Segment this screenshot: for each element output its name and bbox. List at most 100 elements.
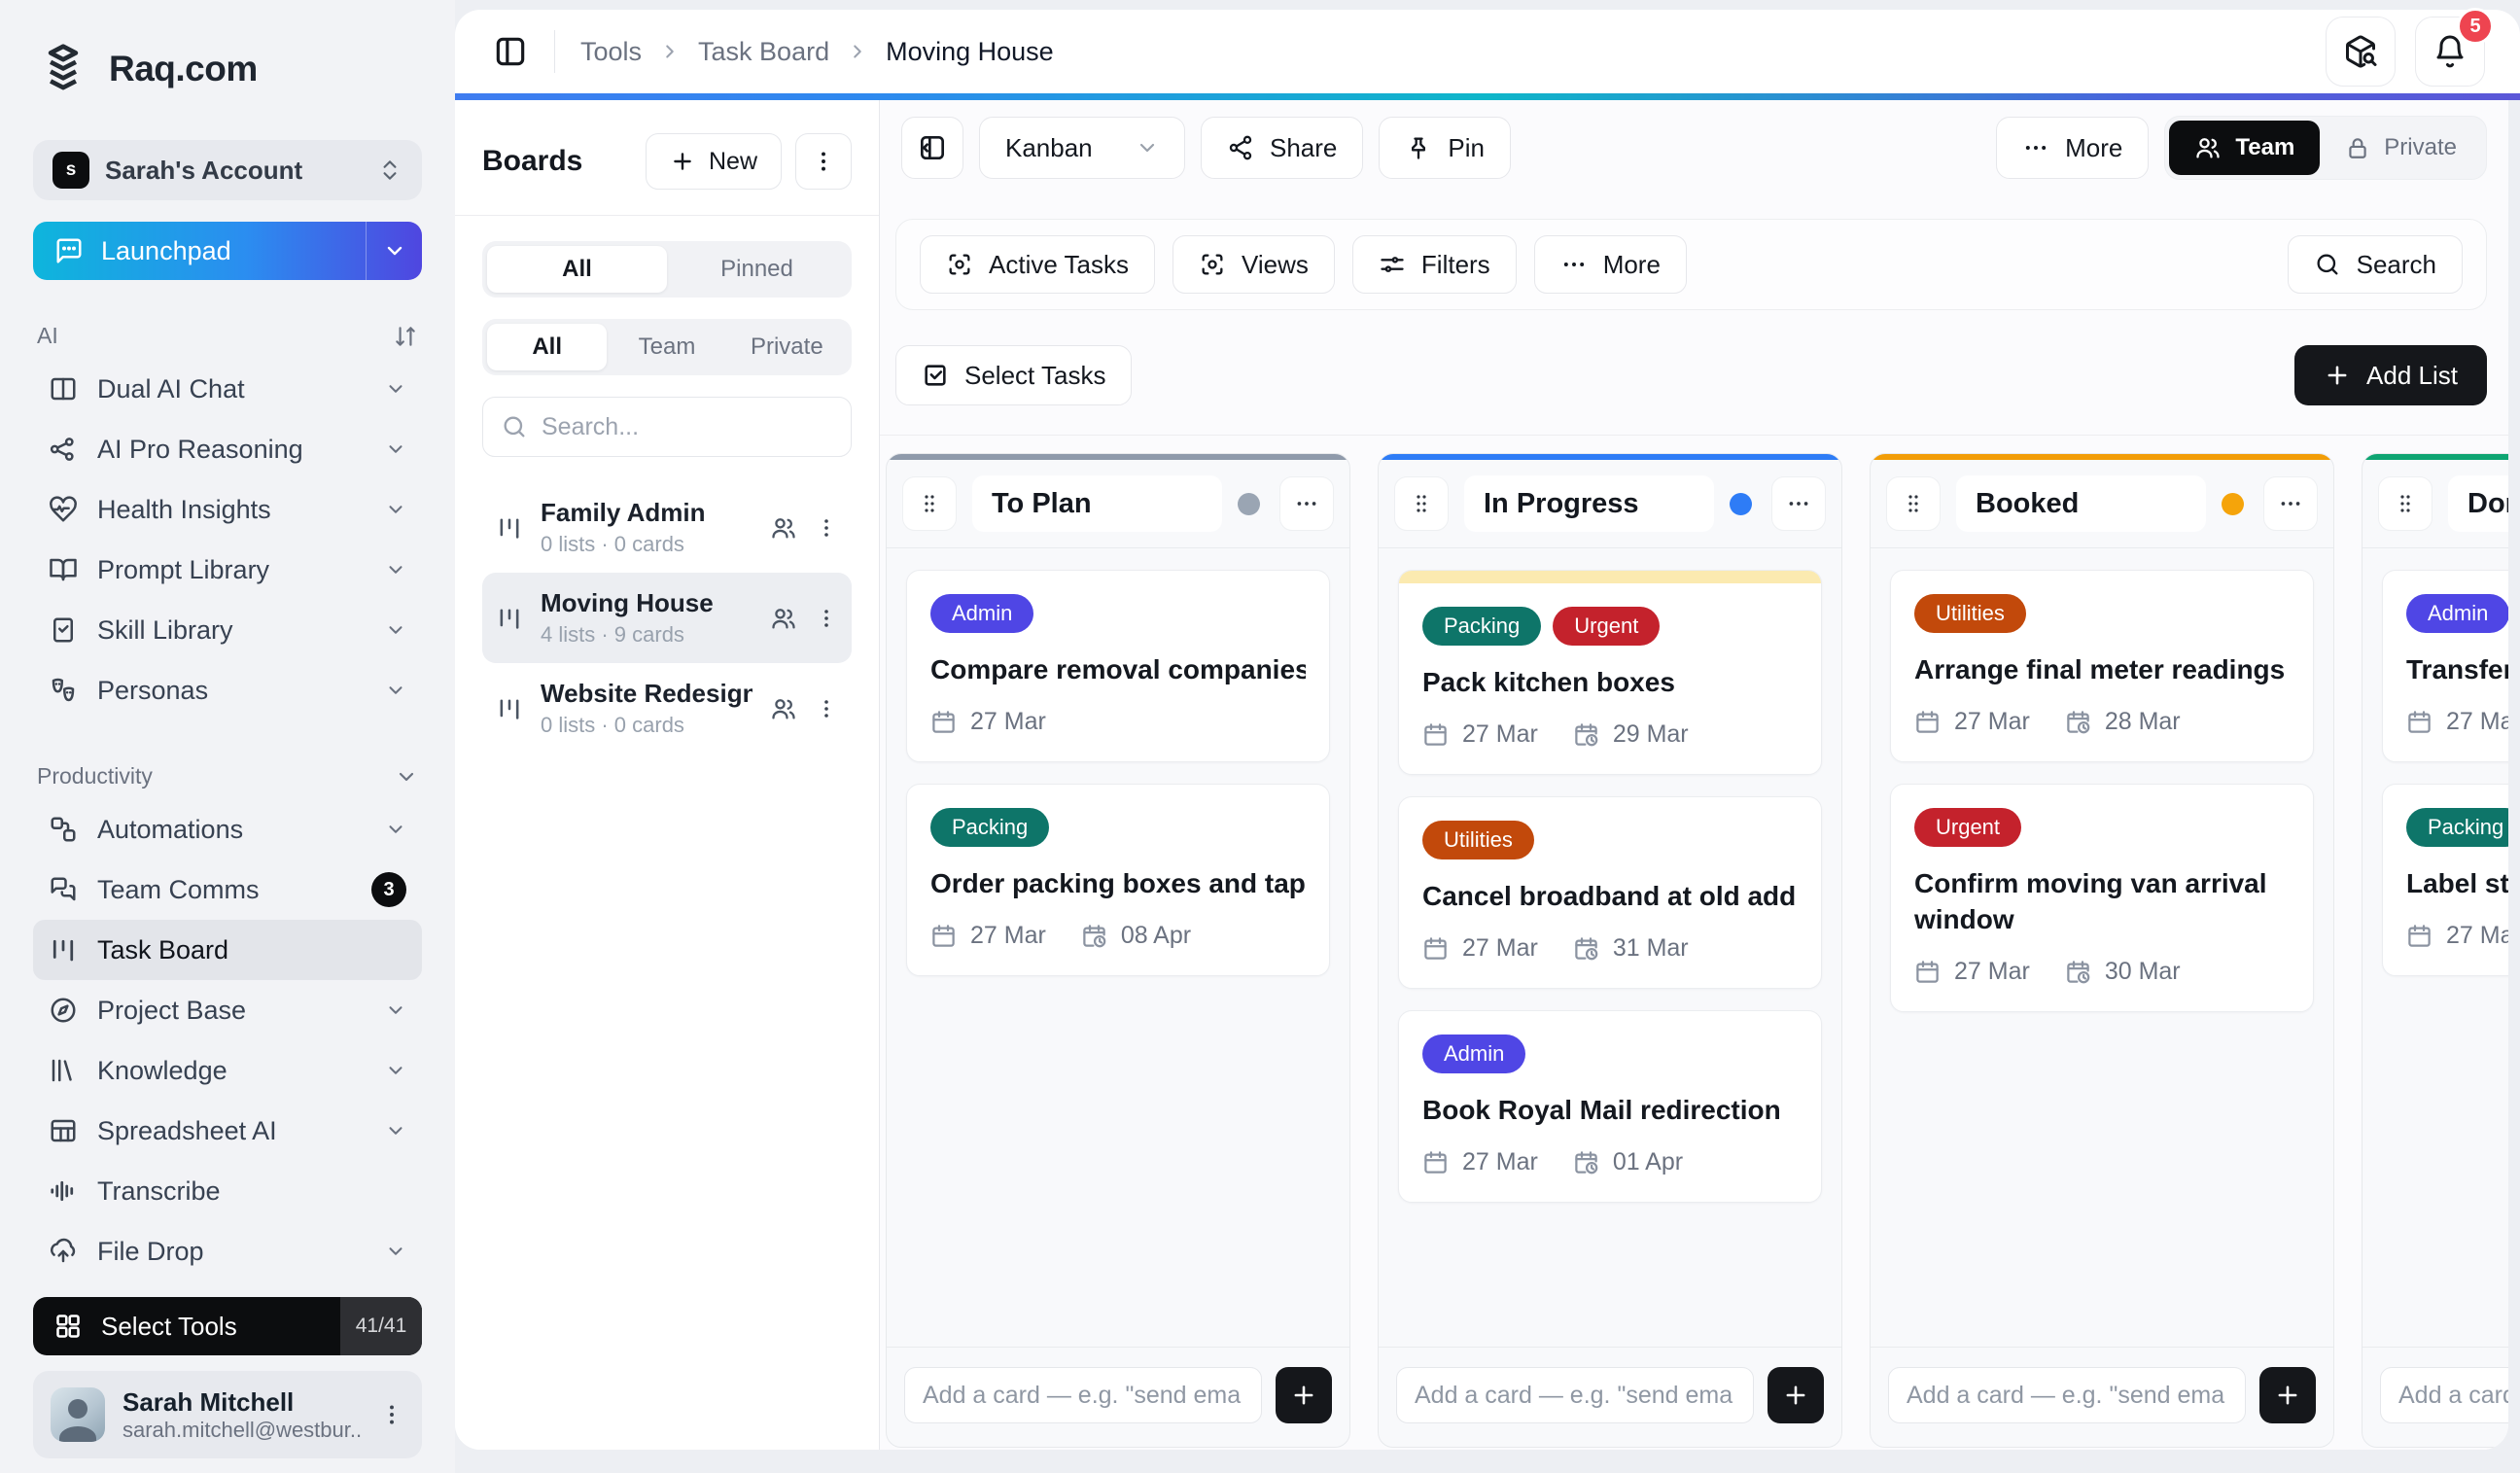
panel-left-toggle-button[interactable]	[492, 33, 529, 70]
tag-badge: Urgent	[1553, 607, 1660, 646]
filters-button[interactable]: Filters	[1352, 235, 1517, 294]
task-card[interactable]: Admin Compare removal companies 27 Mar	[906, 570, 1330, 762]
scan-icon	[1199, 251, 1226, 278]
board-row-moving-house[interactable]: Moving House 4 lists · 9 cards	[482, 573, 852, 663]
drag-handle[interactable]	[1394, 476, 1449, 531]
package-search-button[interactable]	[2326, 17, 2396, 87]
add-card-input[interactable]	[1396, 1367, 1754, 1423]
task-card[interactable]: Packing Order packing boxes and tape 27 …	[906, 784, 1330, 976]
page: Raq.com s Sarah's Account Launchpad AI	[0, 0, 2520, 1473]
add-card-input[interactable]	[904, 1367, 1262, 1423]
sidebar-item-team-comms[interactable]: Team Comms 3	[33, 859, 422, 920]
pin-button[interactable]: Pin	[1379, 117, 1511, 179]
board-search-button[interactable]: Search	[2288, 235, 2463, 294]
sidebar-item-dual-ai-chat[interactable]: Dual AI Chat	[33, 359, 422, 419]
sidebar-item-transcribe[interactable]: Transcribe	[33, 1161, 422, 1221]
view-mode-select[interactable]: Kanban	[979, 117, 1185, 179]
board-menu-button[interactable]	[815, 516, 838, 540]
sidebar-item-label: Health Insights	[97, 495, 366, 525]
start-date: 27 Mar	[970, 922, 1046, 950]
column-title[interactable]: Booked	[1956, 475, 2206, 532]
breadcrumb-task-board[interactable]: Task Board	[698, 37, 829, 67]
logo: Raq.com	[33, 37, 422, 101]
visibility-team-option[interactable]: Team	[2169, 121, 2320, 175]
column-title[interactable]: Done	[2448, 475, 2508, 532]
productivity-section-header[interactable]: Productivity	[37, 763, 418, 789]
unread-count-badge: 3	[371, 872, 406, 907]
column-menu-button[interactable]	[1771, 476, 1826, 531]
boards-search-input[interactable]	[542, 413, 833, 441]
tab-scope-team[interactable]: Team	[607, 324, 726, 370]
filters-more-button[interactable]: More	[1534, 235, 1687, 294]
sidebar-item-prompt-library[interactable]: Prompt Library	[33, 540, 422, 600]
tab-pinned[interactable]: Pinned	[667, 246, 847, 293]
column-status-dot	[1730, 493, 1752, 515]
column-menu-button[interactable]	[1279, 476, 1334, 531]
sidebar-item-ai-pro-reasoning[interactable]: AI Pro Reasoning	[33, 419, 422, 479]
launchpad-button[interactable]: Launchpad	[33, 222, 422, 280]
task-card[interactable]: Packing Label stor 27 Mar	[2382, 784, 2508, 976]
calendar-icon	[930, 709, 957, 735]
drag-handle[interactable]	[2378, 476, 2432, 531]
user-menu-button[interactable]	[379, 1402, 404, 1427]
sort-arrows-icon[interactable]	[393, 324, 418, 349]
task-card[interactable]: Admin Transfer c 27 Mar	[2382, 570, 2508, 762]
stack-logo-icon	[33, 39, 93, 99]
add-card-button[interactable]	[1276, 1367, 1332, 1423]
boards-menu-button[interactable]	[795, 133, 852, 190]
new-board-button[interactable]: New	[646, 133, 782, 190]
drag-handle[interactable]	[902, 476, 957, 531]
add-card-button[interactable]	[1768, 1367, 1824, 1423]
add-list-button[interactable]: Add List	[2294, 345, 2487, 405]
task-card[interactable]: Utilities Cancel broadband at old addres…	[1398, 796, 1822, 989]
tag-badge: Urgent	[1914, 808, 2021, 847]
task-card[interactable]: Packing Urgent Pack kitchen boxes 27 Mar	[1398, 570, 1822, 775]
sidebar-item-health-insights[interactable]: Health Insights	[33, 479, 422, 540]
column-title[interactable]: In Progress	[1464, 475, 1714, 532]
user-email: sarah.mitchell@westbur...	[122, 1418, 362, 1443]
user-name: Sarah Mitchell	[122, 1387, 362, 1418]
board-row-family-admin[interactable]: Family Admin 0 lists · 0 cards	[482, 482, 852, 573]
calendar-icon	[1422, 721, 1449, 748]
visibility-private-option[interactable]: Private	[2320, 121, 2482, 175]
active-tasks-filter-button[interactable]: Active Tasks	[920, 235, 1155, 294]
board-more-button[interactable]: More	[1996, 117, 2149, 179]
share-label: Share	[1270, 133, 1337, 163]
add-card-input[interactable]	[1888, 1367, 2246, 1423]
users-icon	[770, 514, 797, 542]
views-button[interactable]: Views	[1172, 235, 1335, 294]
column-to-plan: To Plan Admin Compare removal companies	[886, 453, 1350, 1448]
board-row-website-redesign[interactable]: Website Redesign Ta... 0 lists · 0 cards	[482, 663, 852, 754]
board-menu-button[interactable]	[815, 607, 838, 630]
drag-handle[interactable]	[1886, 476, 1941, 531]
column-title[interactable]: To Plan	[972, 475, 1222, 532]
share-button[interactable]: Share	[1201, 117, 1363, 179]
sidebar-item-label: AI Pro Reasoning	[97, 435, 366, 465]
user-card[interactable]: Sarah Mitchell sarah.mitchell@westbur...	[33, 1371, 422, 1458]
select-tasks-button[interactable]: Select Tasks	[895, 345, 1132, 405]
account-switcher[interactable]: s Sarah's Account	[33, 140, 422, 200]
tab-all[interactable]: All	[487, 246, 667, 293]
task-card[interactable]: Urgent Confirm moving van arrival window…	[1890, 784, 2314, 1012]
board-menu-button[interactable]	[815, 697, 838, 720]
add-card-input[interactable]	[2380, 1367, 2508, 1423]
sidebar-item-automations[interactable]: Automations	[33, 799, 422, 859]
sidebar-item-file-drop[interactable]: File Drop	[33, 1221, 422, 1281]
sidebar-item-spreadsheet-ai[interactable]: Spreadsheet AI	[33, 1101, 422, 1161]
tab-scope-all[interactable]: All	[487, 324, 607, 370]
panel-collapse-button[interactable]	[901, 117, 963, 179]
column-menu-button[interactable]	[2263, 476, 2318, 531]
breadcrumb-tools[interactable]: Tools	[580, 37, 642, 67]
sidebar-item-project-base[interactable]: Project Base	[33, 980, 422, 1040]
launchpad-expand-button[interactable]	[366, 222, 422, 280]
add-card-button[interactable]	[2259, 1367, 2316, 1423]
task-card[interactable]: Utilities Arrange final meter readings 2…	[1890, 570, 2314, 762]
tab-scope-private[interactable]: Private	[727, 324, 847, 370]
sidebar-item-task-board[interactable]: Task Board	[33, 920, 422, 980]
sidebar-item-skill-library[interactable]: Skill Library	[33, 600, 422, 660]
sidebar-item-knowledge[interactable]: Knowledge	[33, 1040, 422, 1101]
sidebar-item-personas[interactable]: Personas	[33, 660, 422, 720]
notifications-button[interactable]: 5	[2415, 17, 2485, 87]
task-card[interactable]: Admin Book Royal Mail redirection 27 Mar…	[1398, 1010, 1822, 1203]
select-tools-button[interactable]: Select Tools 41/41	[33, 1297, 422, 1355]
